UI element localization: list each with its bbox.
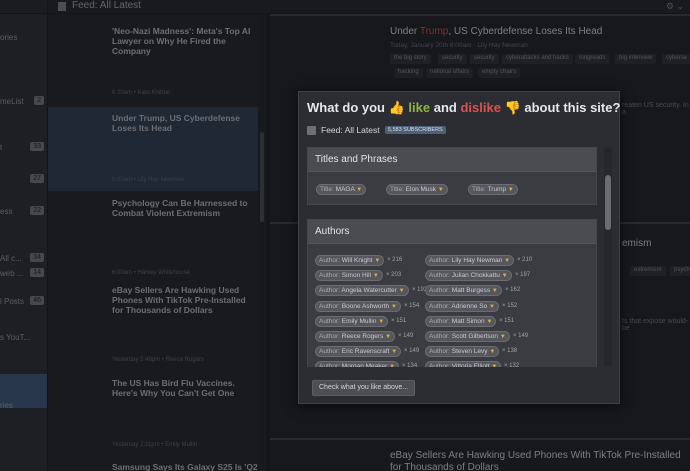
author-count: × 162 [505, 287, 521, 294]
author-classifier-chip[interactable]: Author: Angela Watercutter ▼ [315, 285, 409, 297]
subscriber-badge: 5,583 SUBSCRIBERS [385, 126, 446, 134]
title-classifier-chip[interactable]: Title: MAGA ▼ [316, 184, 367, 195]
author-classifier-chip[interactable]: Author: Morgan Meaker ▼ [315, 361, 400, 367]
thumbs-down-icon[interactable]: ▼ [502, 273, 508, 279]
thumbs-down-icon[interactable]: ▼ [391, 304, 397, 310]
author-count: × 154 [404, 302, 420, 309]
author-classifier-chip[interactable]: Author: Emily Mullin ▼ [315, 315, 389, 327]
author-classifier-chip[interactable]: Author: Adrienne So ▼ [425, 300, 499, 312]
author-count: × 197 [515, 272, 531, 279]
thumbs-down-icon[interactable]: ▼ [489, 304, 495, 310]
author-classifier-chip[interactable]: Author: Boone Ashworth ▼ [315, 300, 401, 312]
author-classifier-chip[interactable]: Author: Matt Burgess ▼ [425, 285, 502, 297]
author-count: × 210 [517, 257, 533, 263]
author-classifier-chip[interactable]: Author: Reece Rogers ▼ [315, 331, 396, 342]
modal-feed-name: Feed: All Latest [321, 125, 380, 135]
author-count: × 152 [502, 302, 518, 309]
author-count: × 149 [404, 348, 420, 355]
section-heading: Titles and Phrases [308, 148, 596, 172]
thumbs-down-icon[interactable]: ▼ [491, 364, 497, 367]
thumbs-down-icon: 👎 [504, 100, 521, 115]
author-count: × 132 [504, 363, 520, 367]
thumbs-down-icon[interactable]: ▼ [504, 258, 510, 264]
thumbs-down-icon[interactable]: ▼ [374, 258, 380, 264]
author-classifier-chip[interactable]: Author: Steven Levy ▼ [425, 346, 500, 358]
author-count: × 151 [391, 317, 407, 324]
author-classifier-chip[interactable]: Author: Will Knight ▼ [315, 255, 385, 266]
author-count: × 134 [402, 363, 418, 367]
thumbs-down-icon[interactable]: ▼ [438, 187, 444, 193]
thumbs-up-icon: 👍 [388, 100, 405, 115]
thumbs-down-icon[interactable]: ▼ [391, 349, 397, 355]
thumbs-down-icon[interactable]: ▼ [399, 288, 405, 294]
titles-section: Titles and Phrases Title: MAGA ▼ Title: … [307, 147, 597, 205]
thumbs-down-icon[interactable]: ▼ [492, 288, 498, 294]
check-likes-button[interactable]: Check what you like above... [312, 380, 416, 396]
thumbs-down-icon[interactable]: ▼ [489, 349, 495, 355]
author-classifier-chip[interactable]: Author: Matt Simon ▼ [425, 315, 497, 327]
thumbs-down-icon[interactable]: ▼ [373, 273, 379, 279]
scrollbar-thumb[interactable] [605, 175, 611, 230]
classifier-scroll-area[interactable]: Titles and Phrases Title: MAGA ▼ Title: … [307, 147, 605, 367]
thumbs-down-icon[interactable]: ▼ [389, 364, 395, 367]
author-count: × 138 [502, 348, 518, 355]
section-heading: Authors [308, 220, 596, 244]
author-count: × 149 [398, 333, 414, 339]
title-classifier-chip[interactable]: Title: Trump ▼ [468, 184, 518, 195]
author-classifier-chip[interactable]: Author: Scott Gilbertson ▼ [425, 331, 510, 342]
author-classifier-chip[interactable]: Author: Eric Ravenscraft ▼ [315, 346, 402, 358]
thumbs-down-icon[interactable]: ▼ [508, 187, 514, 193]
author-count: × 203 [386, 272, 402, 279]
title-classifier-chip[interactable]: Title: Elon Musk ▼ [386, 184, 448, 195]
thumbs-down-icon[interactable]: ▼ [385, 334, 391, 340]
author-classifier-chip[interactable]: Author: Lily Hay Newman ▼ [425, 255, 515, 266]
author-count: × 216 [387, 257, 403, 263]
thumbs-down-icon[interactable]: ▼ [486, 319, 492, 325]
classifier-modal: What do you 👍 like and dislike 👎 about t… [298, 91, 620, 404]
modal-title: What do you 👍 like and dislike 👎 about t… [307, 100, 621, 115]
author-count: × 151 [499, 317, 515, 324]
modal-scrollbar[interactable] [604, 147, 612, 367]
thumbs-down-icon[interactable]: ▼ [378, 319, 384, 325]
thumbs-down-icon[interactable]: ▼ [356, 187, 362, 193]
thumbs-down-icon[interactable]: ▼ [500, 334, 506, 340]
author-classifier-chip[interactable]: Author: Vittoria Elliott ▼ [425, 361, 502, 367]
author-count: × 149 [513, 333, 529, 339]
author-classifier-chip[interactable]: Author: Simon Hill ▼ [315, 270, 383, 282]
author-classifier-chip[interactable]: Author: Julian Chokkattu ▼ [425, 270, 512, 282]
feed-icon [307, 126, 316, 135]
